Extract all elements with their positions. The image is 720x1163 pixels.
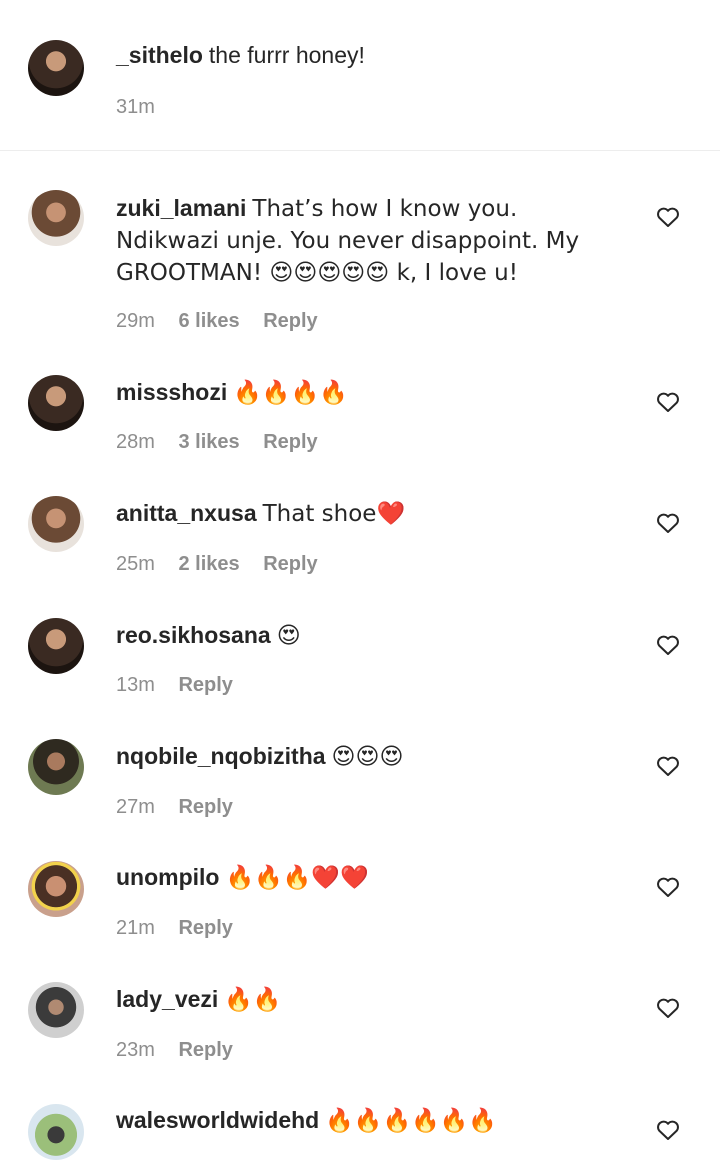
reply-button[interactable]: Reply [178,917,232,939]
comment-meta: 28m 3 likes Reply [116,431,336,454]
comment-text-block: walesworldwidehd 🔥🔥🔥🔥🔥🔥 [116,1105,626,1137]
comment-username[interactable]: reo.sikhosana [116,622,271,648]
reply-button[interactable]: Reply [263,431,317,453]
avatar[interactable] [28,190,84,246]
heart-outline-icon[interactable] [656,634,680,656]
heart-outline-icon[interactable] [656,391,680,413]
comment-meta: 31m [116,96,173,119]
comment-body: 🔥🔥🔥🔥 [233,380,348,406]
comment-username[interactable]: lady_vezi [116,986,218,1012]
comment-meta: 23m Reply [116,1039,251,1062]
comment-username[interactable]: anitta_nxusa [116,500,257,526]
divider [0,150,720,151]
reply-button[interactable]: Reply [178,674,232,696]
comment-username[interactable]: unompilo [116,864,219,890]
comment-time: 13m [116,674,155,696]
comment-username[interactable]: nqobile_nqobizitha [116,743,326,769]
comment-time: 28m [116,431,155,453]
comment-time: 31m [116,96,155,118]
comment-likes[interactable]: 2 likes [178,553,239,575]
comment-time: 21m [116,917,155,939]
avatar[interactable] [28,40,84,96]
comment-username[interactable]: walesworldwidehd [116,1107,319,1133]
comment-time: 29m [116,310,155,332]
avatar[interactable] [28,861,84,917]
comment-likes[interactable]: 6 likes [178,310,239,332]
avatar[interactable] [28,618,84,674]
comment-text-block: nqobile_nqobizitha 😍😍😍 [116,741,626,773]
comment-username[interactable]: missshozi [116,379,227,405]
comment-time: 23m [116,1039,155,1061]
comment-body: 🔥🔥 [224,987,282,1013]
comment-username[interactable]: _sithelo [116,42,203,68]
avatar[interactable] [28,496,84,552]
comment-body: 🔥🔥🔥🔥🔥🔥 [325,1108,498,1134]
comment-text-block: _sithelo the furrr honey! [116,40,626,71]
comment-text-block: zuki_lamani That’s how I know you. Ndikwa… [116,193,626,289]
comment-likes[interactable]: 3 likes [178,431,239,453]
avatar[interactable] [28,1104,84,1160]
reply-button[interactable]: Reply [263,553,317,575]
avatar[interactable] [28,739,84,795]
comment-time: 27m [116,796,155,818]
heart-outline-icon[interactable] [656,755,680,777]
comment-text-block: anitta_nxusa That shoe❤️ [116,498,626,530]
comment-time: 25m [116,553,155,575]
comment-text-block: unompilo 🔥🔥🔥❤️❤️ [116,862,626,894]
comment-meta: 27m Reply [116,796,251,819]
heart-outline-icon[interactable] [656,512,680,534]
comment-body: That shoe❤️ [262,501,406,527]
heart-outline-icon[interactable] [656,206,680,228]
avatar[interactable] [28,375,84,431]
comment-meta: 25m 2 likes Reply [116,553,336,576]
comment-body: 🔥🔥🔥❤️❤️ [225,865,369,891]
comment-meta: 13m Reply [116,674,251,697]
comment-text-block: reo.sikhosana 😍 [116,620,626,652]
comment-body: 😍 [276,623,301,649]
comment-body: 😍😍😍 [331,744,404,770]
comment-meta: 29m 6 likes Reply [116,310,336,333]
avatar[interactable] [28,982,84,1038]
comment-username[interactable]: zuki_lamani [116,195,246,221]
heart-outline-icon[interactable] [656,997,680,1019]
comment-text-block: missshozi 🔥🔥🔥🔥 [116,377,626,409]
comment-text-block: lady_vezi 🔥🔥 [116,984,626,1016]
comment-body: the furrr honey! [208,42,365,68]
reply-button[interactable]: Reply [178,796,232,818]
heart-outline-icon[interactable] [656,1119,680,1141]
reply-button[interactable]: Reply [263,310,317,332]
reply-button[interactable]: Reply [178,1039,232,1061]
heart-outline-icon[interactable] [656,876,680,898]
comment-meta: 21m Reply [116,917,251,940]
